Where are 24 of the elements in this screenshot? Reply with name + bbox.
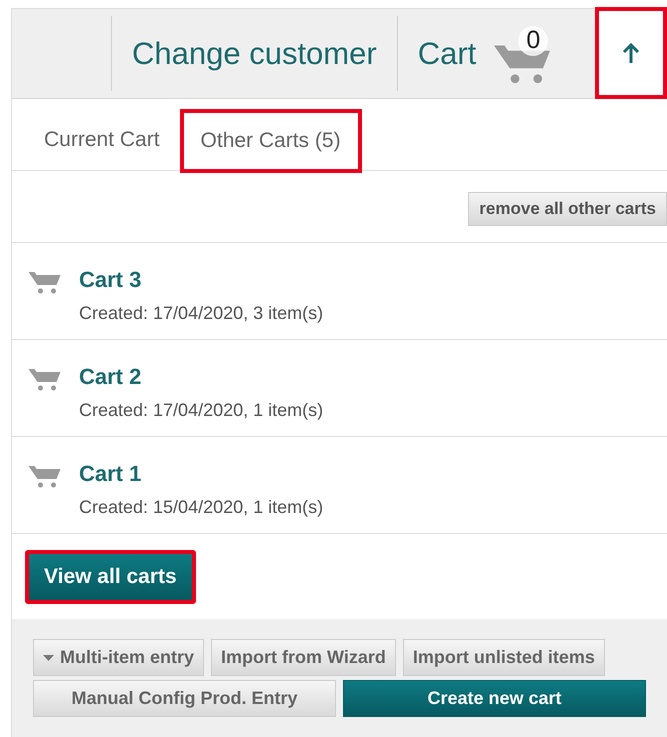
cart-count-badge: 0	[518, 26, 548, 56]
tab[interactable]: Other Carts (5)	[182, 111, 360, 171]
footer-button[interactable]: Create new cart	[343, 680, 646, 717]
scroll-up-button[interactable]	[595, 6, 667, 98]
cart-details: Created: 17/04/2020, 3 item(s)	[79, 302, 324, 325]
tab[interactable]: Current Cart	[26, 110, 178, 170]
cart-details: Created: 17/04/2020, 1 item(s)	[79, 398, 324, 422]
cart-icon	[28, 464, 61, 488]
cart-name-link[interactable]: Cart 1	[79, 460, 324, 488]
cart-icon	[28, 270, 61, 294]
cart-name-link[interactable]: Cart 3	[79, 266, 324, 294]
up-arrow-icon	[622, 42, 640, 64]
view-all-carts-button[interactable]: View all carts	[25, 550, 196, 604]
header-link[interactable]: Change customer	[112, 16, 398, 91]
footer-button[interactable]: Import unlisted items	[402, 639, 605, 676]
footer-button[interactable]: Multi-item entry	[33, 639, 204, 676]
cart-icon	[28, 367, 61, 391]
header-link[interactable]: Cart	[398, 38, 496, 69]
footer-button[interactable]: Import from Wizard	[211, 639, 396, 676]
cart-details: Created: 15/04/2020, 1 item(s)	[79, 496, 324, 519]
caret-icon	[43, 654, 54, 660]
footer-button[interactable]: Manual Config Prod. Entry	[33, 680, 336, 717]
cart-name-link[interactable]: Cart 2	[79, 363, 324, 390]
remove-all-button[interactable]: remove all other carts	[468, 192, 667, 226]
